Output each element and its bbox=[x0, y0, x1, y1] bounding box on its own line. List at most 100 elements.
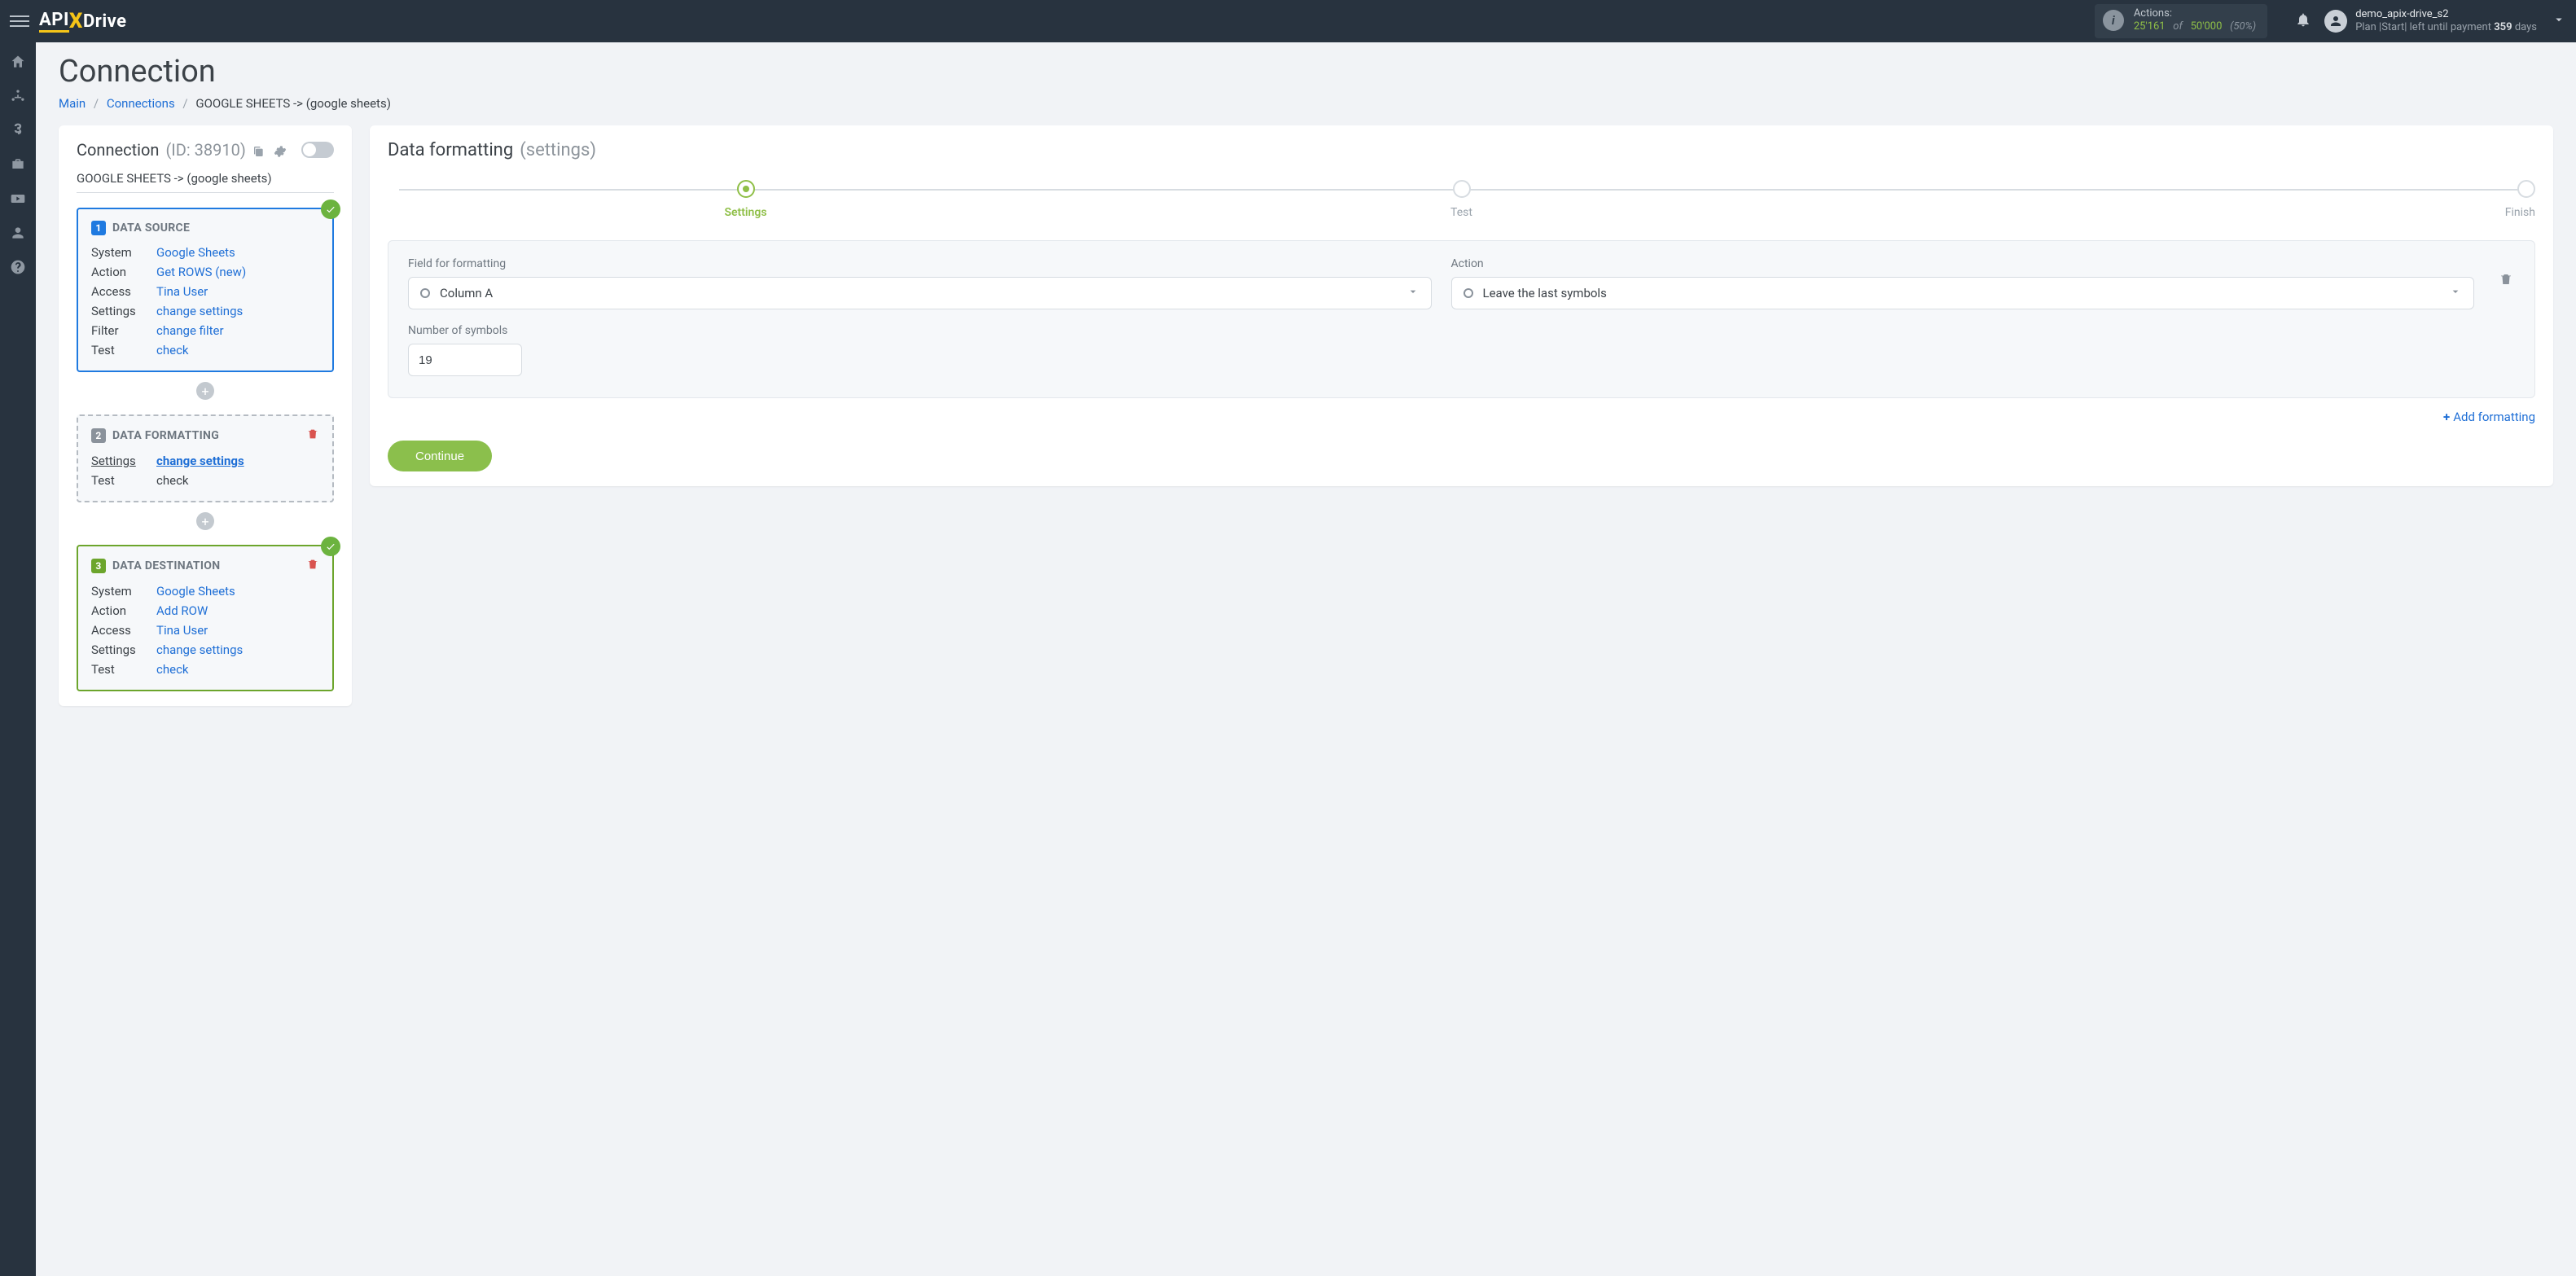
step-number-1: 1 bbox=[91, 221, 106, 235]
topbar: API X Drive i Actions: 25'161 of 50'000 … bbox=[0, 0, 2576, 42]
delete-rule-button[interactable] bbox=[2499, 272, 2515, 288]
num-label: Number of symbols bbox=[408, 324, 522, 337]
plan-text: Plan |Start| left until payment bbox=[2355, 21, 2494, 33]
link-action[interactable]: Get ROWS (new) bbox=[156, 265, 246, 279]
connection-label: Connection bbox=[77, 140, 159, 160]
breadcrumb: Main / Connections / GOOGLE SHEETS -> (g… bbox=[59, 96, 2553, 111]
formatting-panel: Data formatting (settings) Settings Test bbox=[370, 125, 2553, 486]
connection-card: Connection (ID: 38910) GOOGLE SHEETS -> … bbox=[59, 125, 352, 706]
label: Access bbox=[91, 623, 156, 638]
link-change-filter[interactable]: change filter bbox=[156, 323, 224, 338]
label: Action bbox=[91, 603, 156, 618]
actions-of: of bbox=[2173, 20, 2183, 33]
plan-days-word: days bbox=[2512, 21, 2537, 33]
label: Test bbox=[91, 343, 156, 357]
link-system[interactable]: Google Sheets bbox=[156, 245, 235, 260]
panel-title: Data formatting bbox=[388, 140, 513, 160]
action-value: Leave the last symbols bbox=[1483, 286, 2440, 300]
delete-step-button[interactable] bbox=[306, 558, 319, 574]
chevron-down-icon[interactable] bbox=[2552, 12, 2566, 31]
breadcrumb-connections[interactable]: Connections bbox=[107, 96, 175, 111]
panel-title-dim: (settings) bbox=[520, 140, 596, 160]
link-change-settings[interactable]: change settings bbox=[156, 304, 243, 318]
label: Filter bbox=[91, 323, 156, 338]
label: Settings bbox=[91, 454, 156, 468]
breadcrumb-main[interactable]: Main bbox=[59, 96, 86, 111]
logo[interactable]: API X Drive bbox=[39, 9, 127, 33]
wizard-step-test[interactable]: Test bbox=[1104, 180, 1819, 219]
connection-toggle[interactable] bbox=[301, 142, 334, 158]
step-number-2: 2 bbox=[91, 428, 106, 443]
user-menu[interactable]: demo_apix-drive_s2 Plan |Start| left unt… bbox=[2324, 8, 2537, 35]
avatar-icon bbox=[2324, 10, 2347, 33]
actions-pct: (50%) bbox=[2230, 20, 2256, 33]
wizard-step-settings[interactable]: Settings bbox=[388, 180, 1104, 219]
chevron-down-icon bbox=[1406, 285, 1420, 301]
link-change-settings[interactable]: change settings bbox=[156, 454, 244, 468]
field-value: Column A bbox=[440, 286, 1397, 300]
action-label: Action bbox=[1451, 257, 2475, 270]
logo-text-api: API bbox=[39, 10, 69, 33]
label: System bbox=[91, 245, 156, 260]
radio-icon bbox=[1464, 288, 1473, 298]
field-select[interactable]: Column A bbox=[408, 277, 1432, 309]
step-title-dest: DATA DESTINATION bbox=[112, 559, 220, 572]
add-between-button[interactable]: + bbox=[196, 382, 214, 400]
num-symbols-input[interactable] bbox=[408, 344, 522, 376]
copy-icon[interactable] bbox=[252, 143, 267, 157]
page-title: Connection bbox=[59, 54, 2553, 90]
link-system[interactable]: Google Sheets bbox=[156, 584, 235, 599]
account-icon[interactable] bbox=[10, 225, 26, 241]
logo-text-x: X bbox=[69, 9, 83, 33]
step-data-formatting[interactable]: 2 DATA FORMATTING Settings change settin… bbox=[77, 414, 334, 502]
chevron-down-icon bbox=[2449, 285, 2462, 301]
link-change-settings[interactable]: change settings bbox=[156, 642, 243, 657]
link-access[interactable]: Tina User bbox=[156, 284, 208, 299]
notifications-button[interactable] bbox=[2295, 11, 2311, 31]
home-icon[interactable] bbox=[10, 54, 26, 70]
actions-label: Actions: bbox=[2134, 7, 2256, 20]
radio-icon bbox=[420, 288, 430, 298]
help-icon[interactable] bbox=[10, 259, 26, 275]
connections-icon[interactable] bbox=[10, 88, 26, 104]
link-access[interactable]: Tina User bbox=[156, 623, 208, 638]
step-number-3: 3 bbox=[91, 559, 106, 573]
gear-icon[interactable] bbox=[274, 143, 288, 157]
add-formatting-button[interactable]: +Add formatting bbox=[388, 410, 2535, 424]
step-title-format: DATA FORMATTING bbox=[112, 429, 219, 442]
connection-id: (ID: 38910) bbox=[165, 140, 245, 160]
label: Settings bbox=[91, 642, 156, 657]
label: Access bbox=[91, 284, 156, 299]
formatting-rule: Field for formatting Column A bbox=[388, 240, 2535, 398]
text-check: check bbox=[156, 473, 189, 488]
video-icon[interactable] bbox=[10, 191, 26, 207]
add-formatting-label: Add formatting bbox=[2453, 410, 2535, 424]
wizard-step-finish[interactable]: Finish bbox=[1819, 180, 2535, 219]
delete-step-button[interactable] bbox=[306, 428, 319, 444]
user-name: demo_apix-drive_s2 bbox=[2355, 8, 2537, 21]
step-data-source[interactable]: 1 DATA SOURCE System Google Sheets Actio… bbox=[77, 208, 334, 372]
continue-button[interactable]: Continue bbox=[388, 441, 492, 471]
plan-days: 359 bbox=[2494, 21, 2512, 33]
label: Test bbox=[91, 662, 156, 677]
left-rail bbox=[0, 42, 36, 1276]
link-check[interactable]: check bbox=[156, 662, 189, 677]
actions-counter[interactable]: i Actions: 25'161 of 50'000 (50%) bbox=[2095, 4, 2267, 39]
menu-toggle-button[interactable] bbox=[10, 11, 29, 31]
step-data-destination[interactable]: 3 DATA DESTINATION System Google Sheets … bbox=[77, 545, 334, 691]
add-between-button[interactable]: + bbox=[196, 512, 214, 530]
label: System bbox=[91, 584, 156, 599]
wizard-label: Finish bbox=[2505, 206, 2535, 219]
action-select[interactable]: Leave the last symbols bbox=[1451, 277, 2475, 309]
check-icon bbox=[321, 537, 340, 556]
actions-count: 25'161 bbox=[2134, 20, 2166, 33]
actions-limit: 50'000 bbox=[2191, 20, 2223, 33]
link-action[interactable]: Add ROW bbox=[156, 603, 208, 618]
link-check[interactable]: check bbox=[156, 343, 189, 357]
step-title-source: DATA SOURCE bbox=[112, 221, 190, 235]
briefcase-icon[interactable] bbox=[10, 156, 26, 173]
label: Test bbox=[91, 473, 156, 488]
billing-icon[interactable] bbox=[10, 122, 26, 138]
label: Action bbox=[91, 265, 156, 279]
field-label: Field for formatting bbox=[408, 257, 1432, 270]
